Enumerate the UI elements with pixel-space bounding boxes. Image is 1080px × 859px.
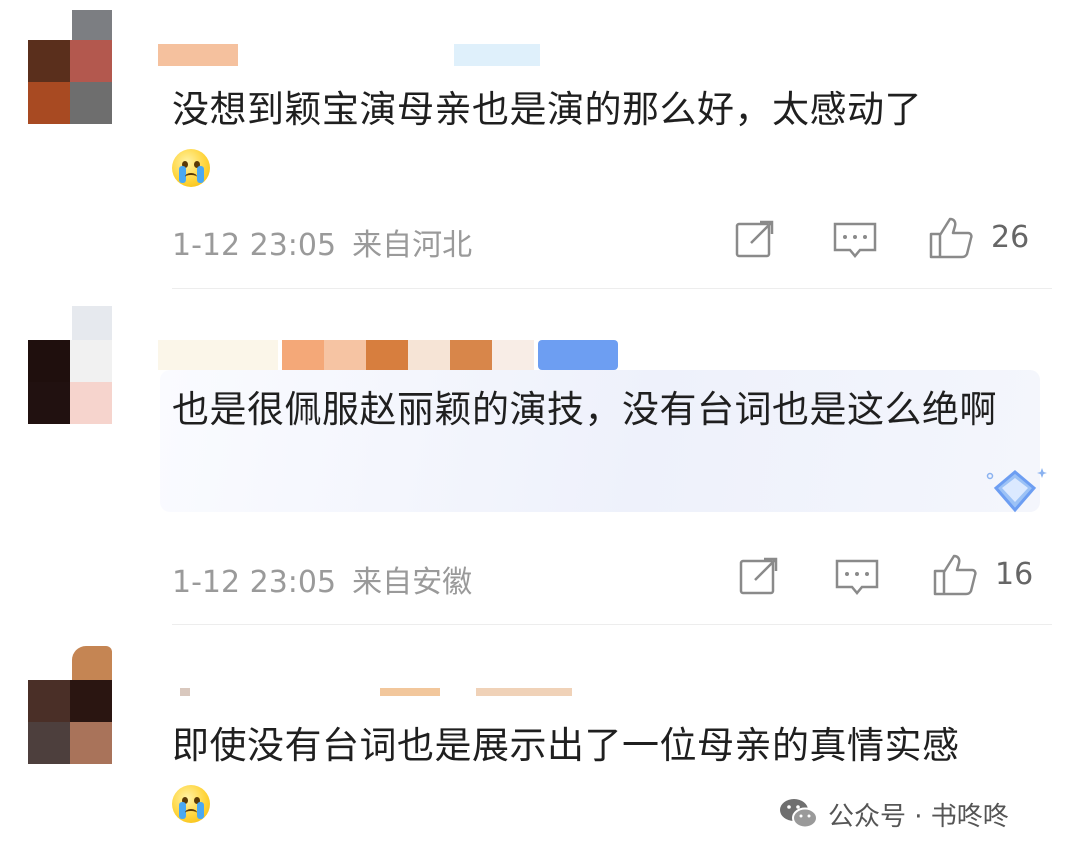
like-count: 16 (995, 557, 1034, 592)
comment-icon (835, 559, 879, 595)
share-icon (735, 220, 774, 258)
share-button[interactable] (738, 556, 780, 600)
reply-button[interactable] (832, 221, 878, 265)
comment-location: 来自河北 (352, 228, 473, 263)
divider (172, 288, 1052, 289)
thumbs-up-icon (929, 217, 973, 259)
avatar[interactable] (28, 10, 112, 124)
watermark: 公众号 · 书咚咚 (778, 792, 1009, 836)
like-count: 26 (991, 220, 1030, 255)
divider (172, 624, 1052, 625)
reply-button[interactable] (834, 558, 880, 602)
avatar[interactable] (28, 306, 112, 424)
comment-icon (833, 222, 877, 258)
comment-meta: 1-12 23:05 来自河北 (172, 220, 488, 264)
username[interactable] (158, 44, 558, 66)
crying-face-icon (172, 784, 210, 823)
watermark-label: 公众号 · 书咚咚 (828, 801, 1009, 832)
comment-time: 1-12 23:05 (172, 228, 337, 263)
crying-face-icon (172, 148, 210, 187)
username[interactable] (180, 688, 580, 696)
username[interactable] (158, 340, 628, 370)
diamond-badge-icon (980, 466, 1050, 518)
comment-text-body: 没想到颖宝演母亲也是演的那么好，太感动了 (172, 88, 922, 131)
comment-text-body: 即使没有台词也是展示出了一位母亲的真情实感 (172, 724, 960, 767)
share-icon (739, 557, 778, 595)
comment-text-body: 也是很佩服赵丽颖的演技，没有台词也是这么绝啊 (172, 388, 997, 431)
comment-text: 没想到颖宝演母亲也是演的那么好，太感动了 (172, 82, 1022, 194)
comment-time: 1-12 23:05 (172, 565, 337, 600)
comment-location: 来自安徽 (352, 565, 473, 600)
avatar[interactable] (28, 646, 112, 764)
thumbs-up-icon (933, 554, 977, 596)
comment-meta: 1-12 23:05 来自安徽 (172, 557, 488, 601)
share-button[interactable] (734, 219, 776, 263)
like-button[interactable] (928, 216, 974, 264)
comment-text: 也是很佩服赵丽颖的演技，没有台词也是这么绝啊 (172, 382, 1002, 438)
like-button[interactable] (932, 553, 978, 601)
wechat-icon (780, 799, 818, 829)
